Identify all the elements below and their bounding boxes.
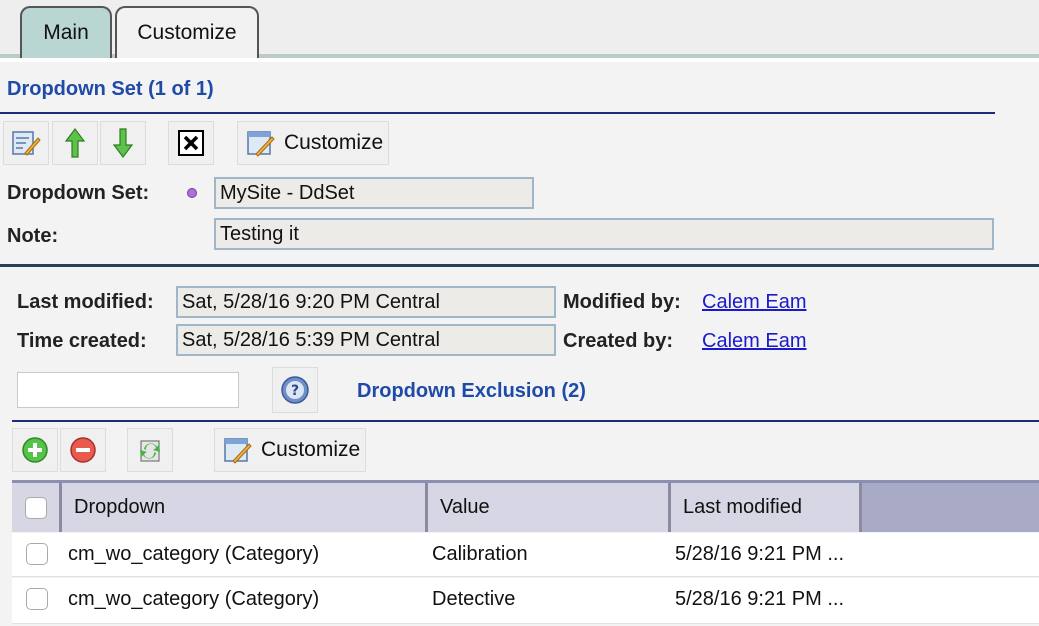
tab-customize[interactable]: Customize <box>115 6 259 58</box>
row-checkbox[interactable] <box>26 588 48 610</box>
refresh-icon <box>140 440 160 462</box>
created-by-link[interactable]: Calem Eam <box>702 330 806 353</box>
close-icon <box>178 130 204 156</box>
customize-label: Customize <box>284 131 384 154</box>
tab-main[interactable]: Main <box>20 6 112 58</box>
search-input[interactable] <box>17 372 239 408</box>
delete-button[interactable] <box>168 121 214 165</box>
section-divider-thick <box>0 264 1039 267</box>
select-all-cell <box>12 483 62 532</box>
table-row[interactable]: cm_wo_category (Category) Calibration 5/… <box>12 533 1039 577</box>
section-divider <box>12 420 1039 422</box>
cell-dropdown: cm_wo_category (Category) <box>68 588 320 610</box>
refresh-button[interactable] <box>127 428 173 472</box>
help-button[interactable]: ? <box>272 367 318 413</box>
move-up-button[interactable] <box>52 121 98 165</box>
remove-button[interactable] <box>60 428 106 472</box>
minus-icon <box>70 437 96 463</box>
required-indicator-icon <box>187 188 197 198</box>
modified-by-link[interactable]: Calem Eam <box>702 291 806 314</box>
help-icon: ? <box>281 376 309 404</box>
row-checkbox[interactable] <box>26 543 48 565</box>
edit-button[interactable] <box>3 121 49 165</box>
time-created-label: Time created: <box>17 330 147 352</box>
dropdown-exclusion-title: Dropdown Exclusion (2) <box>357 380 586 402</box>
cell-last-modified: 5/28/16 9:21 PM ... <box>675 543 844 565</box>
modified-by-label: Modified by: <box>563 291 681 313</box>
grid-header: Dropdown Value Last modified <box>12 480 1039 532</box>
dropdown-set-field[interactable]: MySite - DdSet <box>214 177 534 209</box>
section-divider <box>0 112 995 114</box>
dropdown-set-label: Dropdown Set: <box>7 182 150 204</box>
arrow-up-icon <box>64 128 86 158</box>
tab-customize-label: Customize <box>137 21 237 44</box>
tab-main-label: Main <box>43 21 89 44</box>
cell-dropdown: cm_wo_category (Category) <box>68 543 320 565</box>
customize-grid-button[interactable]: Customize <box>214 428 366 472</box>
column-header-last-modified[interactable]: Last modified <box>671 483 862 532</box>
column-header-value[interactable]: Value <box>428 483 671 532</box>
cell-last-modified: 5/28/16 9:21 PM ... <box>675 588 844 610</box>
customize-icon <box>247 131 275 157</box>
dropdown-set-title: Dropdown Set (1 of 1) <box>7 78 214 100</box>
last-modified-label: Last modified: <box>17 291 154 313</box>
time-created-field: Sat, 5/28/16 5:39 PM Central <box>176 324 556 356</box>
note-field[interactable]: Testing it <box>214 218 994 250</box>
customize-button[interactable]: Customize <box>237 121 389 165</box>
edit-icon <box>12 131 41 156</box>
select-all-checkbox[interactable] <box>24 496 47 519</box>
last-modified-field: Sat, 5/28/16 9:20 PM Central <box>176 286 556 318</box>
svg-text:?: ? <box>291 383 299 399</box>
move-down-button[interactable] <box>100 121 146 165</box>
cell-value: Calibration <box>432 543 528 565</box>
plus-icon <box>22 437 48 463</box>
note-label: Note: <box>7 225 59 247</box>
add-button[interactable] <box>12 428 58 472</box>
table-row[interactable]: cm_wo_category (Category) Detective 5/28… <box>12 578 1039 624</box>
arrow-down-icon <box>112 128 134 158</box>
customize-icon <box>224 438 252 464</box>
created-by-label: Created by: <box>563 330 674 352</box>
column-header-dropdown[interactable]: Dropdown <box>62 483 428 532</box>
customize-label: Customize <box>261 438 361 461</box>
tab-bar: Main Customize <box>0 0 1039 58</box>
cell-value: Detective <box>432 588 516 610</box>
